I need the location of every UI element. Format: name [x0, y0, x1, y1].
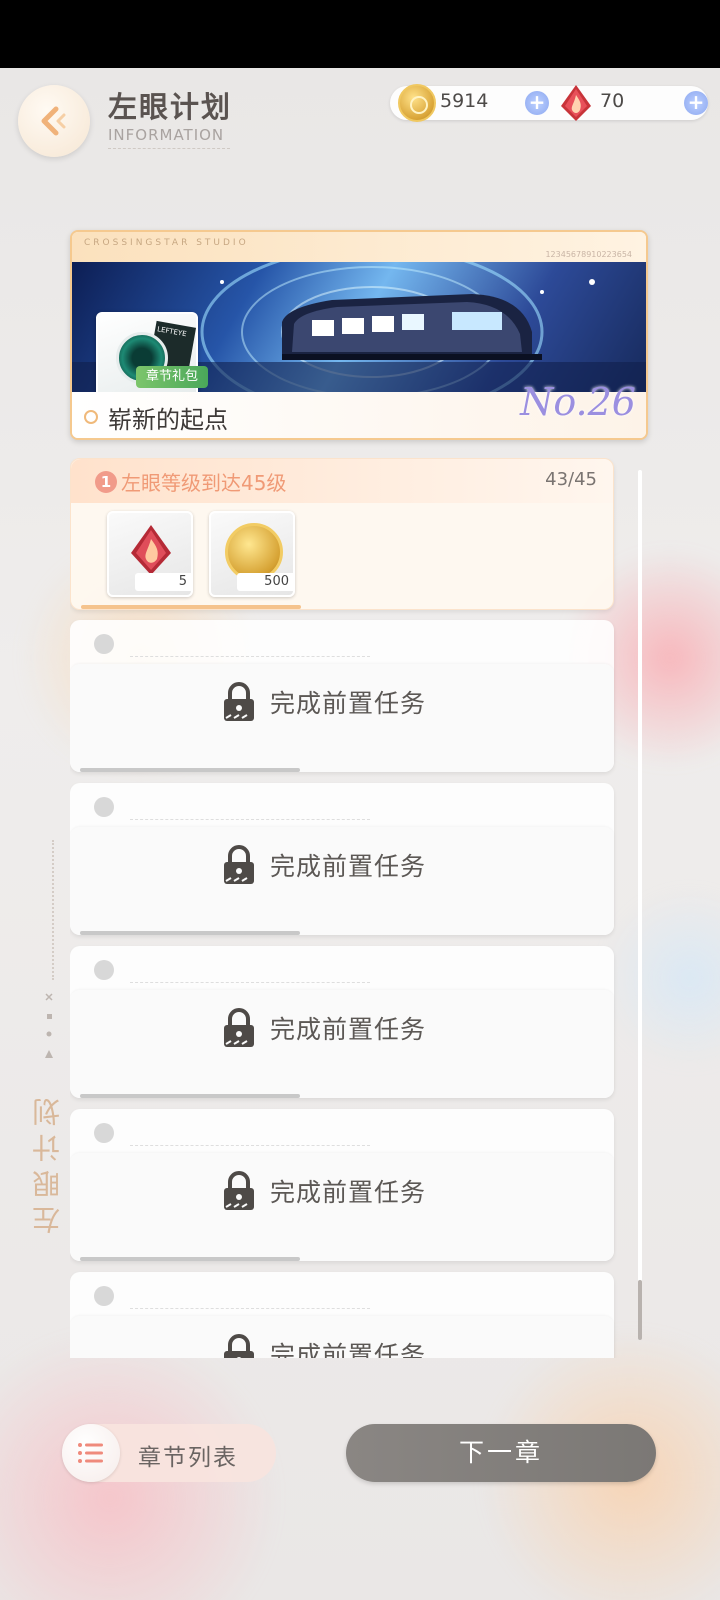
task-card-locked: 完成前置任务 [70, 1109, 614, 1261]
banner-header: CROSSINGSTAR STUDIO 12345678910223654 [72, 232, 646, 262]
chapter-banner[interactable]: CROSSINGSTAR STUDIO 12345678910223654 LE… [70, 230, 648, 440]
task-title: 左眼等级到达45级 [121, 471, 287, 495]
task-status-dot [94, 1286, 114, 1306]
lock-icon [224, 1008, 254, 1047]
gold-coin-icon [398, 84, 436, 122]
lock-icon [224, 845, 254, 884]
chapter-list-label: 章节列表 [138, 1445, 238, 1471]
reward-item[interactable]: 500 [209, 511, 295, 597]
currency-bar [390, 86, 708, 120]
lock-icon [224, 1171, 254, 1210]
chapter-number: No.26 [520, 380, 636, 424]
task-progress-bar [81, 605, 301, 609]
task-card-locked: 完成前置任务 [70, 783, 614, 935]
next-chapter-button[interactable]: 下一章 [346, 1424, 656, 1482]
side-divider [52, 840, 54, 980]
task-card-locked: 完成前置任务 [70, 946, 614, 1098]
gem-count: 70 [600, 90, 625, 112]
task-card-locked: 完成前置任务 [70, 1272, 614, 1358]
add-coins-button[interactable]: + [525, 91, 549, 115]
task-status-dot [94, 1123, 114, 1143]
reward-quantity: 500 [237, 573, 293, 591]
task-card-active[interactable]: 1 左眼等级到达45级 43/45 5 500 [70, 458, 614, 610]
list-icon [62, 1424, 120, 1482]
chapter-name: 崭新的起点 [108, 406, 228, 434]
task-status-dot [94, 797, 114, 817]
lock-icon [224, 682, 254, 721]
reward-item[interactable]: 5 [107, 511, 193, 597]
locked-task-label: 完成前置任务 [270, 852, 427, 881]
studio-label: CROSSINGSTAR STUDIO [84, 238, 249, 248]
coin-count: 5914 [440, 90, 489, 112]
side-ornament-icon [45, 993, 53, 1058]
task-status-dot [94, 960, 114, 980]
status-bar [0, 0, 720, 68]
side-vertical-title: 左眼计划 [31, 1090, 64, 1234]
serial-label: 12345678910223654 [545, 250, 632, 259]
task-list[interactable]: 1 左眼等级到达45级 43/45 5 500 完成前置任务 完成前置任务 完成… [70, 458, 620, 1358]
flame-gem-icon [131, 525, 171, 575]
chapter-list-button[interactable]: 章节列表 [62, 1424, 276, 1482]
lock-icon [224, 1334, 254, 1358]
chapter-marker-icon [84, 410, 98, 424]
locked-task-label: 完成前置任务 [270, 1178, 427, 1207]
task-status-dot [94, 634, 114, 654]
scrollbar-thumb[interactable] [638, 1280, 642, 1340]
back-button[interactable] [18, 85, 90, 157]
reward-quantity: 5 [135, 573, 191, 591]
back-arrow-icon [41, 106, 66, 136]
task-card-locked: 完成前置任务 [70, 620, 614, 772]
page-title: 左眼计划 [108, 90, 233, 124]
locked-task-label: 完成前置任务 [270, 1341, 427, 1358]
locked-task-label: 完成前置任务 [270, 1015, 427, 1044]
title-divider [108, 148, 230, 152]
flame-gem-icon [561, 85, 591, 121]
task-progress: 43/45 [545, 469, 597, 490]
add-gems-button[interactable]: + [684, 91, 708, 115]
locked-task-label: 完成前置任务 [270, 689, 427, 718]
task-list-scrollbar[interactable] [638, 470, 642, 1340]
page-subtitle: INFORMATION [108, 126, 225, 144]
task-index-badge: 1 [95, 471, 117, 493]
gift-pack-label: 章节礼包 [136, 366, 209, 388]
